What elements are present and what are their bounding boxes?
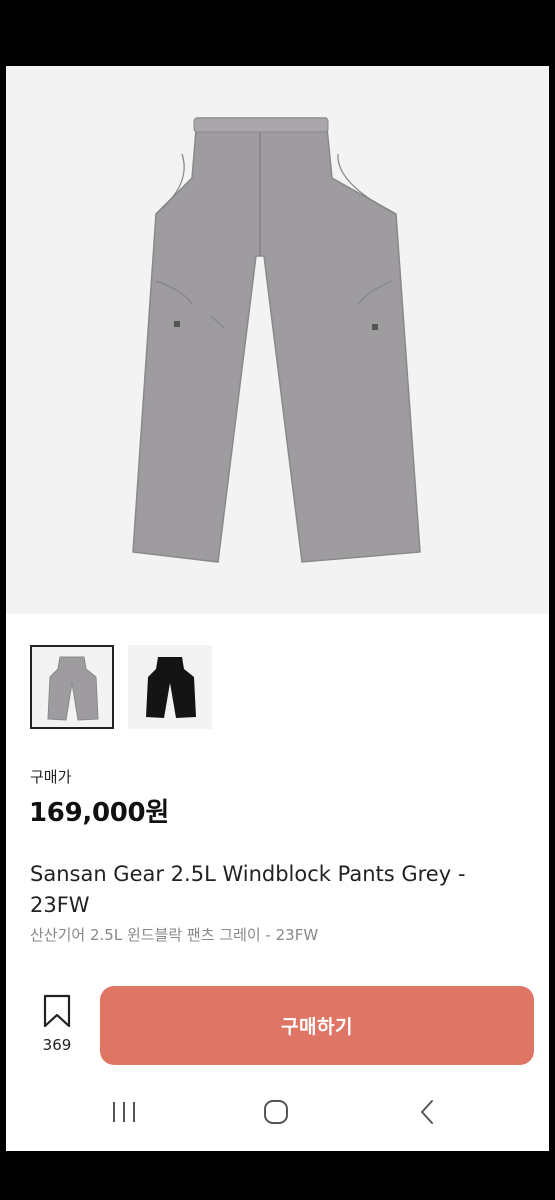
price-label: 구매가 [30, 768, 72, 786]
bookmark-icon [43, 994, 71, 1028]
back-button[interactable] [408, 1096, 448, 1128]
product-subtitle: 산산기어 2.5L 윈드블락 팬츠 그레이 - 23FW [30, 926, 319, 944]
wishlist-button[interactable]: 369 [32, 994, 82, 1058]
recent-apps-button[interactable] [104, 1096, 144, 1128]
product-screen: 구매가 169,000원 Sansan Gear 2.5L Windblock … [6, 66, 549, 1151]
thumbnail-black[interactable] [128, 645, 212, 729]
purchase-bar: 369 구매하기 [6, 972, 549, 1072]
wishlist-count: 369 [42, 1036, 72, 1054]
price: 169,000원 [29, 798, 169, 828]
buy-button[interactable]: 구매하기 [100, 986, 534, 1065]
home-icon [264, 1100, 288, 1124]
product-image[interactable] [6, 66, 549, 614]
thumbnail-grey[interactable] [30, 645, 114, 729]
recent-apps-icon [113, 1102, 135, 1122]
home-button[interactable] [256, 1096, 296, 1128]
system-nav-bar [6, 1082, 549, 1142]
product-title: Sansan Gear 2.5L Windblock Pants Grey - … [30, 862, 466, 917]
back-icon [421, 1100, 433, 1124]
